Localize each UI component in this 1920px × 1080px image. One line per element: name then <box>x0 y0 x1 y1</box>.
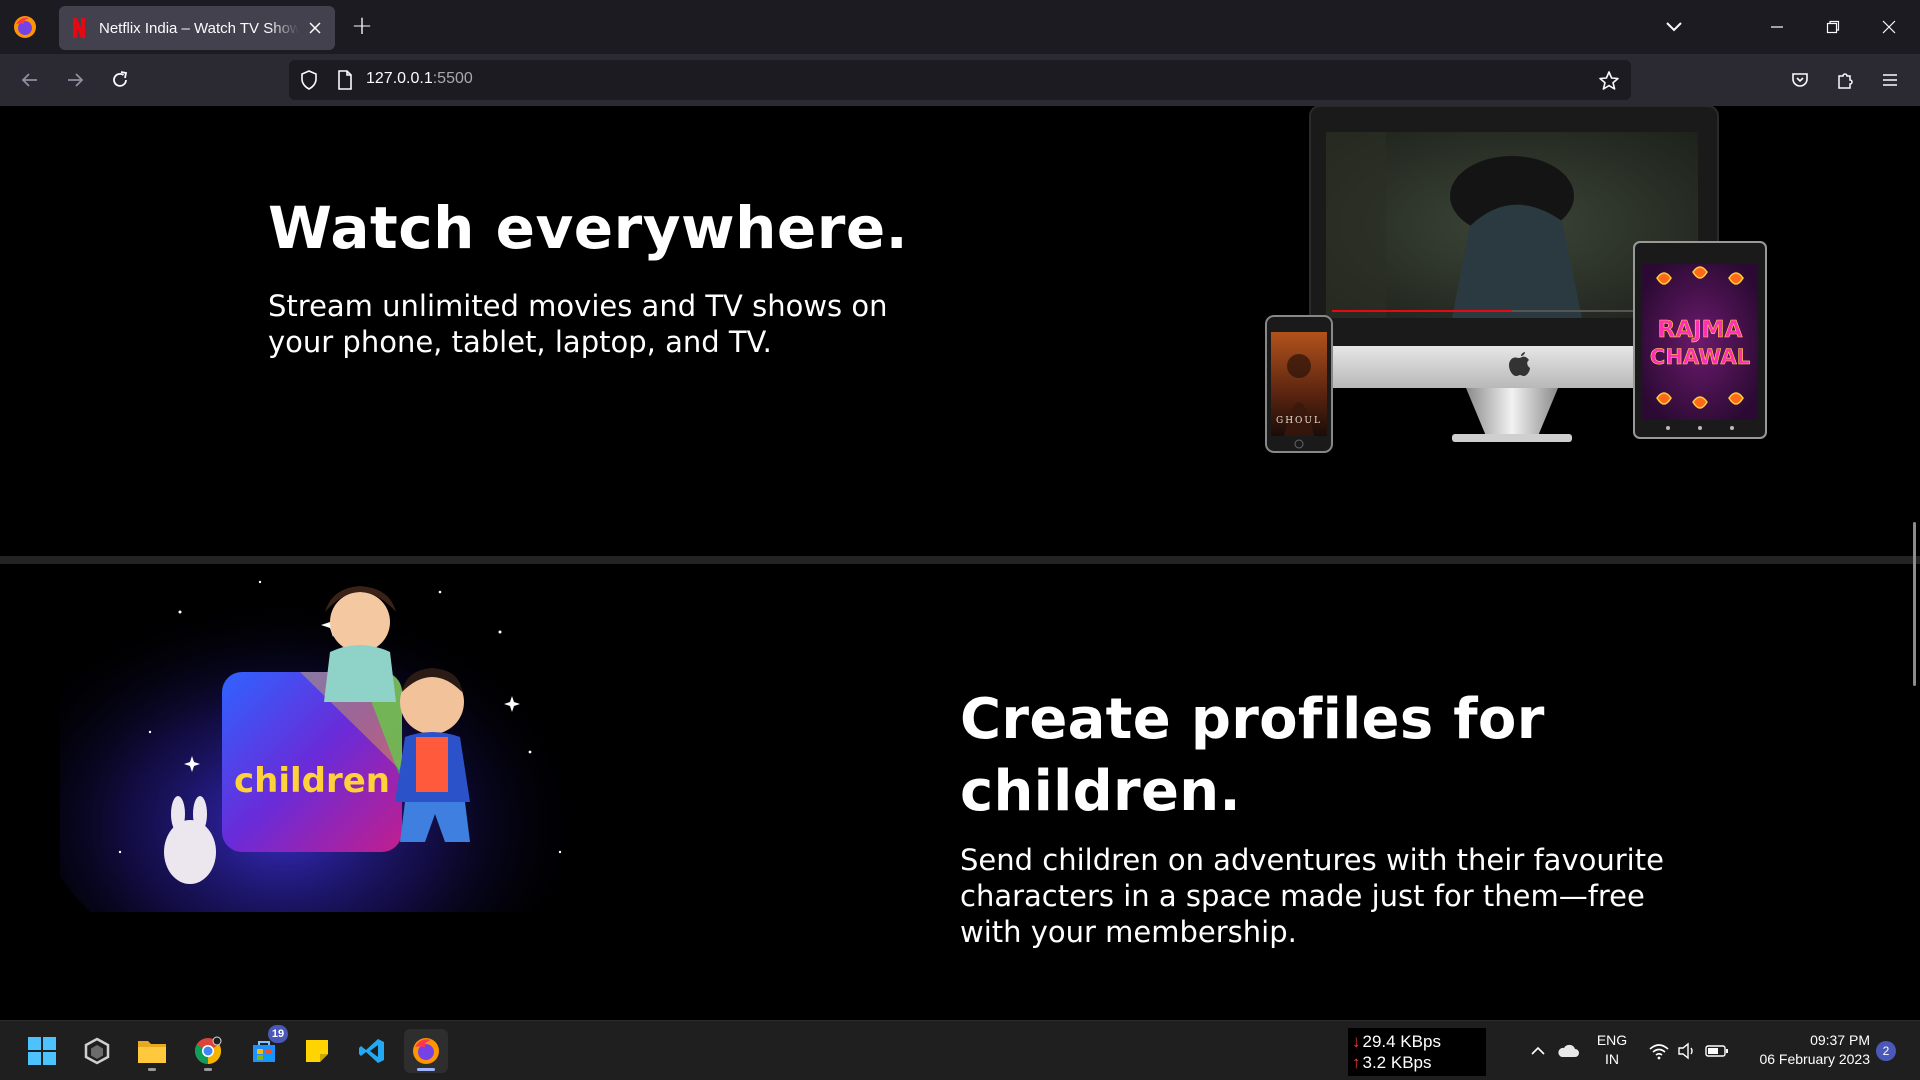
upload-speed-row: ↑ 3.2 KBps <box>1352 1052 1486 1073</box>
list-all-tabs-chevron-icon[interactable] <box>1662 14 1686 38</box>
upload-speed: 3.2 KBps <box>1362 1053 1432 1072</box>
browser-tab-strip: Netflix India – Watch TV Shows Online + <box>0 0 1920 54</box>
extensions-button[interactable] <box>1831 66 1859 94</box>
download-speed-row: ↓ 29.4 KBps <box>1352 1031 1486 1052</box>
girl-character <box>330 592 390 652</box>
section-description: Send children on adventures with their f… <box>960 843 1664 949</box>
sticky-note-icon <box>306 1040 328 1062</box>
url-host: 127.0.0.1 <box>366 70 433 87</box>
hamburger-menu-icon <box>1883 74 1897 86</box>
reload-button[interactable] <box>106 66 134 94</box>
url-text[interactable]: 127.0.0.1:5500 <box>366 70 473 88</box>
taskbar-microsoft-store[interactable]: 19 <box>242 1025 288 1073</box>
wifi-icon[interactable] <box>1648 1041 1670 1061</box>
clock-date: 06 February 2023 <box>1759 1051 1870 1067</box>
windows-taskbar: 19 ↓ 29.4 KBps ↑ 3.2 KBps ENG IN 09:37 P… <box>0 1020 1920 1080</box>
reload-icon <box>113 71 128 87</box>
volume-icon[interactable] <box>1676 1041 1698 1061</box>
bookmark-star-icon[interactable] <box>1597 69 1621 93</box>
pocket-button[interactable] <box>1786 66 1814 94</box>
page-info-icon[interactable] <box>334 69 356 91</box>
browser-tab-active[interactable]: Netflix India – Watch TV Shows Online <box>59 6 335 50</box>
imac-stand <box>1466 388 1558 436</box>
running-indicator <box>417 1068 435 1071</box>
pocket-icon <box>1792 73 1808 87</box>
bunny-character <box>164 820 216 884</box>
address-bar[interactable]: 127.0.0.1:5500 <box>289 60 1631 100</box>
tab-title: Netflix India – Watch TV Shows Online <box>99 19 299 37</box>
children-profiles-section: children Create profiles for children. S… <box>0 564 1920 1020</box>
taskbar-sticky-notes[interactable] <box>295 1029 339 1073</box>
input-language-indicator[interactable]: ENG IN <box>1592 1031 1632 1069</box>
phone-poster-title: GHOUL <box>1276 416 1322 426</box>
windows-logo-icon <box>28 1037 56 1065</box>
taskbar-app-hexagon[interactable] <box>75 1029 119 1073</box>
network-speed-widget: ↓ 29.4 KBps ↑ 3.2 KBps <box>1348 1028 1486 1076</box>
window-restore-button[interactable] <box>1820 14 1846 40</box>
firefox-view-icon[interactable] <box>12 14 38 40</box>
running-indicator <box>148 1068 156 1071</box>
url-port: :5500 <box>432 70 473 87</box>
arrow-right-icon <box>68 73 84 87</box>
firefox-icon <box>413 1038 439 1064</box>
back-button[interactable] <box>16 66 44 94</box>
puzzle-piece-icon <box>1838 73 1853 89</box>
window-minimize-button[interactable] <box>1764 14 1790 40</box>
page-scrollbar-thumb[interactable] <box>1913 522 1916 686</box>
section-description: Stream unlimited movies and TV shows on … <box>268 289 888 359</box>
language-code: ENG <box>1596 1032 1628 1048</box>
download-speed: 29.4 KBps <box>1362 1032 1441 1051</box>
notification-badge: 19 <box>268 1025 288 1043</box>
devices-illustration: GHOUL RAJMA CHAWAL <box>1265 106 1767 453</box>
children-box-label: children <box>234 761 390 801</box>
system-clock[interactable]: 09:37 PM 06 February 2023 <box>1740 1031 1870 1069</box>
tracking-protection-shield-icon[interactable] <box>298 69 320 91</box>
clock-time: 09:37 PM <box>1810 1032 1870 1048</box>
download-arrow-icon: ↓ <box>1352 1032 1361 1051</box>
section-title: Create profiles for children. <box>960 687 1545 824</box>
upload-arrow-icon: ↑ <box>1352 1053 1361 1072</box>
tab-close-icon[interactable] <box>305 18 325 38</box>
section-title: Watch everywhere. <box>268 194 909 262</box>
onedrive-cloud-icon[interactable] <box>1556 1041 1580 1061</box>
page-viewport: Watch everywhere. Stream unlimited movie… <box>0 106 1920 1020</box>
browser-navigation-toolbar: 127.0.0.1:5500 <box>0 54 1920 106</box>
taskbar-firefox[interactable] <box>404 1029 448 1073</box>
region-code: IN <box>1605 1051 1619 1067</box>
taskbar-file-explorer[interactable] <box>130 1029 174 1073</box>
vscode-icon <box>359 1039 384 1063</box>
window-close-button[interactable] <box>1876 14 1902 40</box>
start-button[interactable] <box>20 1029 64 1073</box>
new-tab-button[interactable]: + <box>348 12 376 40</box>
app-menu-button[interactable] <box>1876 66 1904 94</box>
show-hidden-icons-chevron-icon[interactable] <box>1528 1041 1548 1061</box>
taskbar-chrome[interactable] <box>186 1029 230 1073</box>
chrome-icon <box>194 1036 222 1065</box>
battery-icon[interactable] <box>1705 1042 1729 1060</box>
watch-everywhere-section: Watch everywhere. Stream unlimited movie… <box>0 106 1920 556</box>
arrow-left-icon <box>21 73 37 87</box>
tablet-poster-title-line2: CHAWAL <box>1650 345 1750 369</box>
hexagon-app-icon <box>84 1037 110 1065</box>
forward-button[interactable] <box>61 66 89 94</box>
running-indicator <box>204 1068 212 1071</box>
folder-icon <box>138 1041 166 1063</box>
children-profile-illustration: children <box>60 572 590 912</box>
netflix-favicon-icon <box>73 18 85 38</box>
notification-center-badge[interactable]: 2 <box>1876 1041 1896 1061</box>
taskbar-vscode[interactable] <box>350 1029 394 1073</box>
tablet-poster-title-line1: RAJMA <box>1658 317 1743 343</box>
